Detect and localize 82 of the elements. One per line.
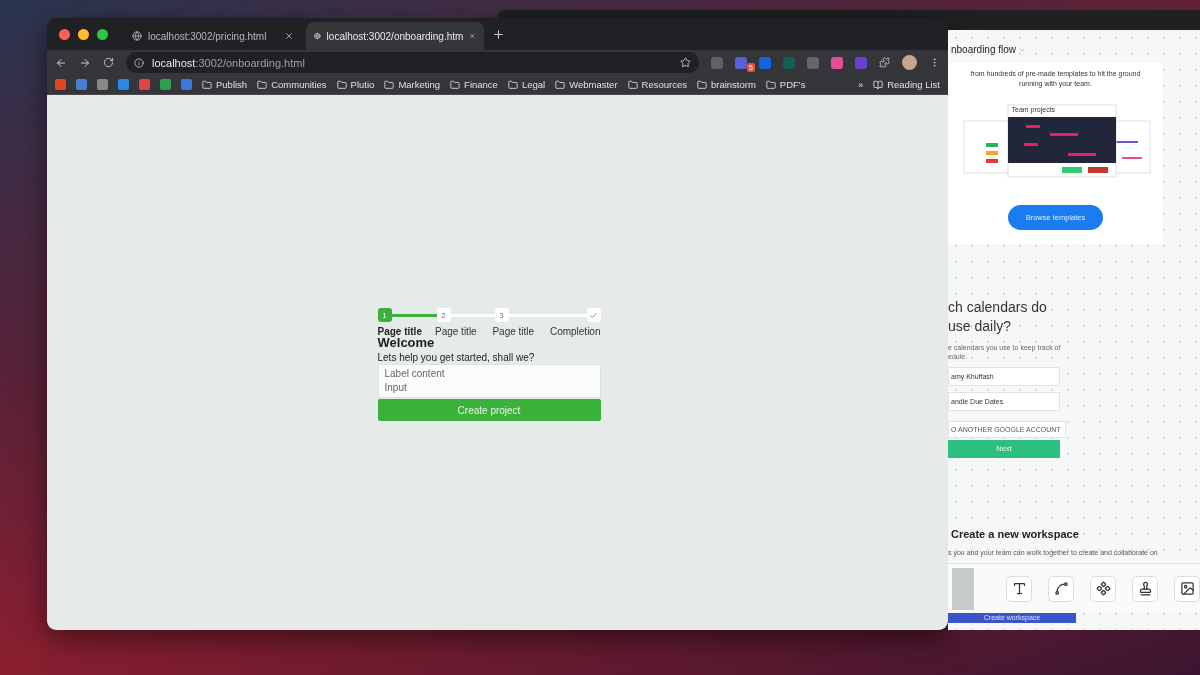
- folder-icon: [202, 79, 212, 90]
- bookmark-folder[interactable]: Webmaster: [555, 79, 618, 90]
- folder-icon: [697, 79, 707, 90]
- step-label: Page title: [377, 326, 422, 337]
- bookmark-folder[interactable]: Marketing: [384, 79, 441, 90]
- folder-icon: [627, 79, 638, 90]
- component-icon: [1095, 581, 1111, 597]
- bookmark-folder[interactable]: Legal: [507, 79, 546, 90]
- folder-icon: [450, 79, 461, 90]
- bookmark-folder[interactable]: Finance: [450, 79, 498, 90]
- folder-icon: [336, 79, 347, 90]
- extension-icon[interactable]: [831, 56, 843, 69]
- step-marker[interactable]: 2: [436, 308, 451, 322]
- bookmark-folder[interactable]: Publish: [202, 79, 248, 90]
- back-icon[interactable]: [55, 56, 67, 69]
- text-tool-button[interactable]: [1006, 575, 1032, 602]
- step-label: Page title: [434, 326, 477, 337]
- close-icon[interactable]: [469, 31, 476, 41]
- tab-title: localhost:3002/onboarding.htm: [326, 30, 464, 42]
- folder-icon: [384, 79, 395, 90]
- minimize-icon[interactable]: [78, 28, 89, 40]
- folder-icon: [507, 79, 518, 90]
- reload-icon[interactable]: [103, 57, 114, 68]
- close-icon[interactable]: [284, 31, 294, 41]
- bookmark-folder[interactable]: Communities: [257, 79, 327, 90]
- tab-title: localhost:3002/pricing.html: [148, 30, 268, 42]
- folder-icon: [765, 79, 776, 90]
- step-marker[interactable]: [586, 308, 601, 322]
- extension-icon[interactable]: [711, 56, 723, 69]
- browser-tab[interactable]: localhost:3002/onboarding.htm: [306, 22, 484, 50]
- board-title[interactable]: nboarding flow: [951, 44, 1017, 55]
- reading-list-button[interactable]: Reading List: [873, 79, 940, 90]
- folder-icon: [257, 79, 268, 90]
- stamp-icon: [1137, 581, 1153, 597]
- address-bar[interactable]: localhost:3002/onboarding.html: [126, 52, 699, 73]
- stamp-tool-button[interactable]: [1132, 575, 1158, 602]
- close-icon[interactable]: [59, 28, 70, 40]
- globe-icon: [132, 31, 142, 41]
- extension-icon[interactable]: [759, 56, 771, 69]
- folder-icon: [555, 79, 566, 90]
- bookmark-icon[interactable]: [76, 79, 87, 90]
- maximize-icon[interactable]: [97, 28, 108, 40]
- text-input[interactable]: Input: [384, 382, 594, 393]
- globe-icon: [314, 31, 321, 41]
- bookmark-icon[interactable]: [139, 79, 150, 90]
- forward-icon[interactable]: [79, 56, 91, 69]
- connector-icon: [1053, 581, 1069, 597]
- bookmark-icon[interactable]: [160, 79, 171, 90]
- avatar[interactable]: [902, 55, 917, 70]
- bookmark-folder[interactable]: Resources: [627, 79, 687, 90]
- info-icon: [134, 57, 144, 68]
- url-text: localhost:3002/onboarding.html: [152, 56, 305, 69]
- bookmark-icon[interactable]: [55, 79, 66, 90]
- image-icon: [1179, 581, 1195, 597]
- component-tool-button[interactable]: [1090, 575, 1116, 602]
- check-icon: [589, 310, 598, 320]
- browser-tab[interactable]: localhost:3002/pricing.html: [124, 22, 302, 50]
- bookmark-icon[interactable]: [97, 79, 108, 90]
- subtitle: Lets help you get started, shall we?: [377, 352, 536, 363]
- bookmark-icon[interactable]: [118, 79, 129, 90]
- step-label: Completion: [549, 326, 601, 337]
- bookmark-folder[interactable]: PDF's: [765, 79, 806, 90]
- calendar-heading: ch calendars do use daily?: [948, 297, 1048, 337]
- step-label: Page title: [492, 326, 535, 337]
- extension-icon[interactable]: [735, 56, 747, 69]
- puzzle-icon[interactable]: [879, 57, 890, 68]
- overflow-button[interactable]: »: [857, 79, 864, 90]
- text-icon: [1011, 581, 1027, 597]
- image-tool-button[interactable]: [1174, 575, 1200, 602]
- input-field[interactable]: Label content Input: [377, 364, 601, 398]
- workspace-heading: Create a new workspace: [950, 527, 1080, 540]
- extension-icon[interactable]: [807, 56, 819, 69]
- book-icon: [873, 79, 884, 90]
- star-icon[interactable]: [680, 57, 691, 68]
- new-tab-icon[interactable]: [492, 27, 505, 41]
- bookmark-folder[interactable]: Plutio: [336, 79, 375, 90]
- connector-tool-button[interactable]: [1048, 575, 1074, 602]
- thumbnail: [952, 567, 974, 610]
- bookmark-folder[interactable]: brainstorm: [697, 79, 756, 90]
- bookmark-icon[interactable]: [181, 79, 192, 90]
- step-marker[interactable]: 3: [494, 308, 509, 322]
- extension-icon[interactable]: [855, 56, 867, 69]
